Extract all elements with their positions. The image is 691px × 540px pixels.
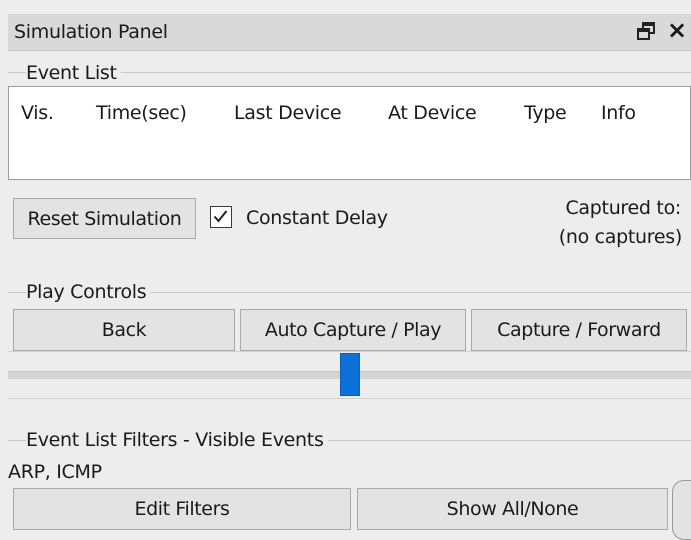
constant-delay-checkbox[interactable]	[210, 206, 232, 228]
auto-capture-play-button[interactable]: Auto Capture / Play	[240, 309, 466, 351]
capture-forward-button[interactable]: Capture / Forward	[471, 309, 687, 351]
event-list-label: Event List	[26, 61, 121, 85]
captured-to-label: Captured to:	[565, 197, 681, 219]
show-all-none-button[interactable]: Show All/None	[357, 488, 668, 530]
checkmark-icon	[213, 210, 228, 223]
column-header-time[interactable]: Time(sec)	[96, 100, 187, 126]
event-list-filters-label: Event List Filters - Visible Events	[26, 428, 328, 452]
restore-window-icon[interactable]	[636, 20, 658, 42]
column-header-vis[interactable]: Vis.	[21, 100, 54, 126]
column-header-info[interactable]: Info	[601, 100, 636, 126]
constant-delay-label: Constant Delay	[246, 207, 388, 229]
edit-filters-button[interactable]: Edit Filters	[13, 488, 351, 530]
column-header-last-device[interactable]: Last Device	[234, 100, 342, 126]
column-header-type[interactable]: Type	[524, 100, 567, 126]
captured-to-value: (no captures)	[558, 226, 683, 248]
slider-frame-bottom	[8, 398, 691, 399]
back-button[interactable]: Back	[13, 309, 235, 351]
playback-speed-slider-thumb[interactable]	[340, 353, 360, 396]
panel-title: Simulation Panel	[14, 21, 168, 43]
visible-events-text: ARP, ICMP	[8, 461, 102, 483]
slider-frame-top	[8, 351, 691, 352]
reset-simulation-button[interactable]: Reset Simulation	[13, 198, 196, 239]
close-icon[interactable]: ×	[667, 16, 687, 44]
partial-edge-button[interactable]	[672, 480, 691, 540]
column-header-at-device[interactable]: At Device	[388, 100, 477, 126]
play-controls-label: Play Controls	[26, 280, 151, 304]
